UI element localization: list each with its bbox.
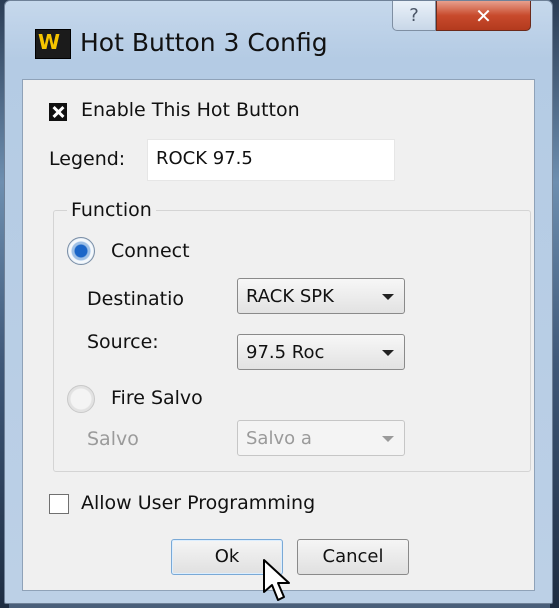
close-button[interactable]: ✕ bbox=[436, 1, 531, 31]
source-value: 97.5 Roc bbox=[246, 342, 325, 363]
title-bar[interactable]: W Hot Button 3 Config ? ✕ bbox=[5, 1, 552, 79]
enable-hot-button-checkbox[interactable] bbox=[49, 103, 67, 121]
connect-radio[interactable] bbox=[67, 237, 95, 265]
app-logo-icon: W bbox=[35, 29, 71, 59]
allow-user-programming-label[interactable]: Allow User Programming bbox=[81, 492, 315, 514]
destination-value: RACK SPK bbox=[246, 286, 334, 307]
source-dropdown[interactable]: 97.5 Roc bbox=[237, 334, 405, 370]
cancel-button[interactable]: Cancel bbox=[297, 539, 409, 575]
destination-label: Destinatio bbox=[87, 288, 184, 310]
allow-user-programming-checkbox[interactable] bbox=[49, 494, 69, 514]
legend-label: Legend: bbox=[49, 148, 126, 170]
salvo-label: Salvo bbox=[87, 428, 139, 450]
question-mark-icon: ? bbox=[409, 5, 419, 26]
fire-salvo-label[interactable]: Fire Salvo bbox=[111, 387, 203, 409]
chevron-down-icon bbox=[382, 350, 394, 356]
window-title: Hot Button 3 Config bbox=[80, 28, 328, 57]
chevron-down-icon bbox=[382, 294, 394, 300]
config-dialog: W Hot Button 3 Config ? ✕ Enable This Ho… bbox=[4, 0, 553, 604]
mouse-pointer-icon bbox=[263, 559, 290, 601]
legend-input[interactable]: ROCK 97.5 bbox=[147, 139, 395, 181]
chevron-down-icon bbox=[382, 436, 394, 442]
salvo-value: Salvo a bbox=[246, 428, 312, 449]
function-group-title: Function bbox=[67, 199, 156, 221]
enable-hot-button-label[interactable]: Enable This Hot Button bbox=[81, 99, 300, 121]
destination-dropdown[interactable]: RACK SPK bbox=[237, 278, 405, 314]
close-icon: ✕ bbox=[475, 4, 492, 28]
salvo-dropdown[interactable]: Salvo a bbox=[237, 420, 405, 456]
dialog-client-area: Enable This Hot Button Legend: ROCK 97.5… bbox=[22, 79, 535, 591]
connect-label[interactable]: Connect bbox=[111, 240, 190, 262]
fire-salvo-radio[interactable] bbox=[67, 385, 95, 413]
help-button[interactable]: ? bbox=[392, 1, 436, 31]
source-label: Source: bbox=[87, 331, 159, 353]
